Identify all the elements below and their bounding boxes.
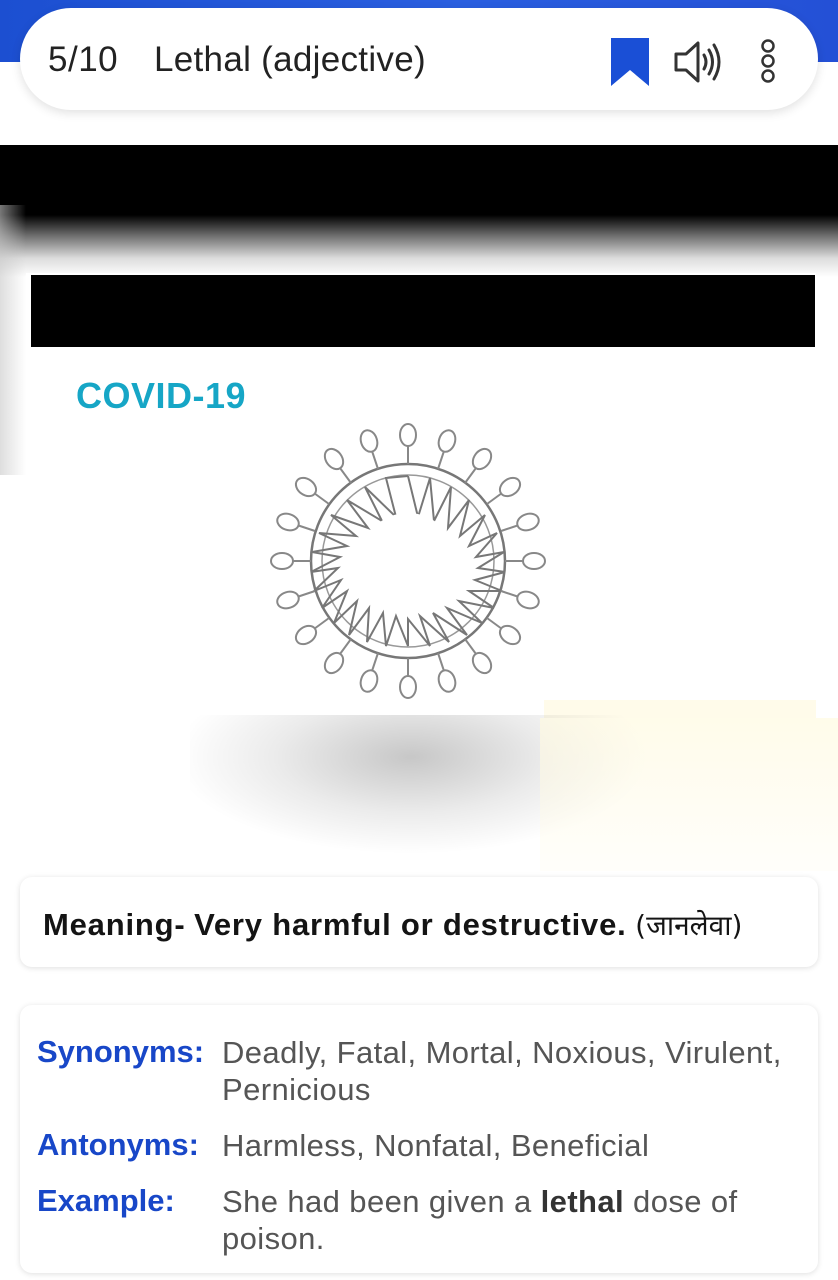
example-text-before: She had been given a — [222, 1184, 541, 1219]
synonyms-value: Deadly, Fatal, Mortal, Noxious, Virulent… — [222, 1035, 782, 1107]
virus-illustration-icon — [270, 423, 546, 699]
meaning-label: Meaning- — [43, 907, 186, 942]
antonyms-value: Harmless, Nonfatal, Beneficial — [222, 1128, 650, 1163]
antonyms-label: Antonyms: — [37, 1127, 199, 1162]
image-tint — [540, 718, 838, 871]
banner-fade — [0, 215, 838, 277]
meaning-card: Meaning- Very harmful or destructive. (ज… — [20, 877, 818, 967]
speaker-icon[interactable] — [672, 36, 724, 93]
word-title: Lethal (adjective) — [154, 40, 426, 79]
word-counter: 5/10 — [48, 40, 119, 79]
meaning-definition: Very harmful or destructive. — [194, 907, 627, 942]
redacted-image-header — [31, 275, 815, 347]
bookmark-icon[interactable] — [608, 36, 652, 93]
example-highlight-word: lethal — [540, 1184, 625, 1219]
example-sentence: She had been given a lethal dose of pois… — [222, 1183, 812, 1257]
example-label: Example: — [37, 1183, 175, 1218]
word-header-card: 5/10 Lethal (adjective) — [20, 8, 818, 110]
redacted-banner — [0, 145, 838, 215]
illustration-caption: COVID-19 — [76, 375, 247, 416]
illustration-image: COVID-19 — [26, 273, 816, 718]
synonyms-label: Synonyms: — [37, 1034, 205, 1069]
edge-shadow — [0, 205, 26, 475]
word-details-card: Synonyms: Deadly, Fatal, Mortal, Noxious… — [20, 1005, 818, 1273]
meaning-line: Meaning- Very harmful or destructive. (ज… — [43, 906, 742, 944]
meaning-translation: (जानलेवा) — [635, 909, 743, 942]
word-illustration-area: COVID-19 — [0, 145, 838, 871]
more-vertical-icon[interactable] — [756, 36, 780, 93]
